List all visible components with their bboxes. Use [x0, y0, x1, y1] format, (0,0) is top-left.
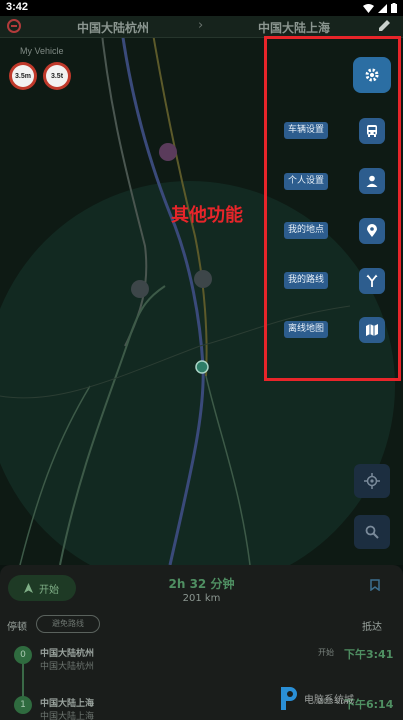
status-bar: 3:42: [0, 0, 403, 16]
stop-subtitle: 中国大陆杭州: [40, 662, 95, 672]
search-icon: [365, 525, 379, 539]
battery-icon: [391, 3, 397, 13]
map-icon: [366, 324, 378, 336]
stop-subtitle: 中国大陆上海: [40, 712, 95, 720]
my-routes-button[interactable]: [359, 268, 385, 294]
menu-label-my-routes[interactable]: 我的路线: [284, 272, 329, 289]
gear-icon: [365, 68, 379, 82]
route-fork-icon: [366, 274, 378, 287]
crosshair-icon: [364, 473, 380, 489]
route-distance: 201 km: [182, 593, 221, 604]
person-icon: [366, 175, 378, 187]
my-location-button[interactable]: [354, 464, 390, 498]
avoid-route-button[interactable]: 避免路线: [36, 615, 100, 633]
watermark-logo-icon: [281, 687, 297, 710]
status-icons: [363, 3, 397, 13]
bookmark-icon[interactable]: [370, 579, 380, 591]
route-panel: 开始 2h 32 分钟 201 km 停顿 避免路线 抵达 0 中国大陆杭州 中…: [0, 565, 403, 720]
offline-maps-button[interactable]: [359, 317, 385, 343]
weight-limit-value: 3.5t: [46, 65, 68, 87]
wifi-icon: [363, 3, 374, 13]
height-limit-sign: 3.5m: [9, 62, 37, 90]
route-from[interactable]: 中国大陆杭州: [77, 19, 149, 36]
chevron-right-icon: ›: [198, 18, 204, 33]
route-to[interactable]: 中国大陆上海: [258, 19, 330, 36]
signal-icon: [378, 3, 387, 13]
place-pin-icon: [367, 224, 377, 237]
menu-label-my-places[interactable]: 我的地点: [284, 222, 329, 239]
stop-index-badge: 0: [14, 646, 32, 664]
watermark-text: 电脑系统城: [304, 694, 354, 706]
stop-time: 下午3:41: [344, 648, 394, 661]
menu-label-offline-maps[interactable]: 离线地图: [284, 321, 329, 338]
watermark: 电脑系统城: [278, 685, 354, 711]
arrive-label: 抵达: [362, 622, 382, 633]
route-duration: 2h 32 分钟: [168, 577, 235, 591]
remove-route-icon[interactable]: [7, 19, 21, 33]
menu-label-personal-settings[interactable]: 个人设置: [284, 173, 329, 190]
weight-limit-sign: 3.5t: [43, 62, 71, 90]
stop-name[interactable]: 中国大陆上海: [40, 696, 94, 709]
bus-icon: [367, 125, 377, 137]
stop-index-badge: 1: [14, 696, 32, 714]
stops-label: 停顿: [7, 622, 27, 633]
vehicle-label: My Vehicle: [20, 46, 64, 56]
my-places-button[interactable]: [359, 218, 385, 244]
settings-button[interactable]: [353, 57, 391, 93]
height-limit-value: 3.5m: [12, 65, 34, 87]
menu-label-vehicle-settings[interactable]: 车辆设置: [284, 122, 329, 139]
edit-pencil-icon[interactable]: [378, 18, 392, 32]
status-time: 3:42: [6, 1, 29, 13]
personal-settings-button[interactable]: [359, 168, 385, 194]
vehicle-settings-button[interactable]: [359, 118, 385, 144]
route-header: 中国大陆杭州 › 中国大陆上海: [0, 16, 403, 38]
annotation-other-functions: 其他功能: [171, 205, 243, 226]
stop-type: 开始: [318, 648, 334, 657]
search-button[interactable]: [354, 515, 390, 549]
stop-name[interactable]: 中国大陆杭州: [40, 646, 94, 659]
